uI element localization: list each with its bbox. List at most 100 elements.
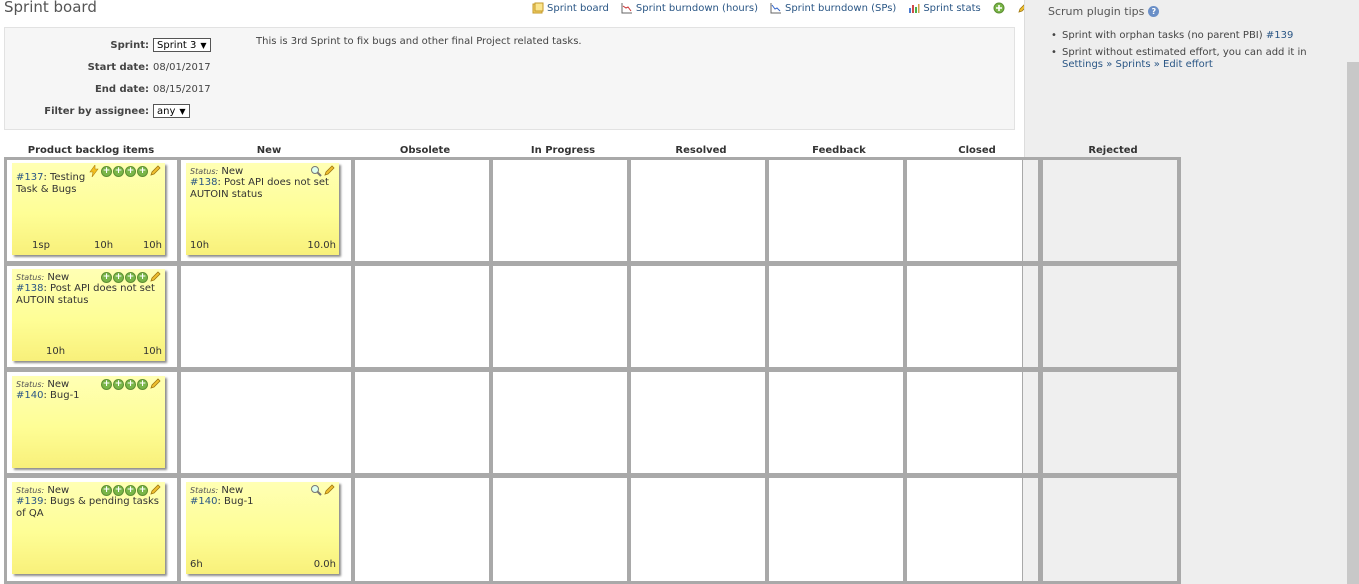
board-cell <box>355 160 489 261</box>
add-task-icon[interactable]: + <box>125 165 136 177</box>
add-task-icon[interactable]: + <box>137 378 148 390</box>
add-sprint-icon[interactable] <box>993 2 1005 14</box>
add-task-icon[interactable]: + <box>101 484 112 496</box>
add-task-icon[interactable]: + <box>113 484 124 496</box>
card-status-label: Status: <box>190 167 219 176</box>
board-cell <box>769 478 903 581</box>
card-title: #140: Bug-1 <box>16 390 161 402</box>
assignee-select[interactable]: any ▼ <box>153 104 190 118</box>
sprint-label: Sprint: <box>110 39 149 51</box>
card-title-text: : Bug-1 <box>217 496 254 507</box>
zoom-icon[interactable] <box>310 484 322 496</box>
card-id-link[interactable]: #140 <box>190 496 217 507</box>
tip-text: Sprint with orphan tasks (no parent PBI) <box>1062 30 1263 41</box>
tip-text: Sprint without estimated effort, you can… <box>1062 47 1307 58</box>
sprint-stats-link[interactable]: Sprint stats <box>908 2 981 14</box>
sprint-select-value: Sprint 3 <box>157 39 197 51</box>
sprint-info-panel: Sprint: Sprint 3 ▼ Start date: 08/01/201… <box>4 27 1015 130</box>
board-cell <box>631 266 765 367</box>
tip-item: Sprint without estimated effort, you can… <box>1048 47 1348 71</box>
add-task-icon[interactable]: + <box>137 271 148 283</box>
lightning-icon[interactable] <box>88 165 100 177</box>
card-title: #138: Post API does not set AUTOIN statu… <box>190 177 335 201</box>
card-id-link[interactable]: #137 <box>16 172 43 183</box>
burndown-hours-link[interactable]: Sprint burndown (hours) <box>621 2 758 14</box>
add-task-icon[interactable]: + <box>113 271 124 283</box>
board-cell <box>355 372 489 473</box>
board-cell <box>907 266 1022 367</box>
add-task-icon[interactable]: + <box>113 378 124 390</box>
sprint-select[interactable]: Sprint 3 ▼ <box>153 38 211 52</box>
add-task-icon[interactable]: + <box>137 165 148 177</box>
pbi-card[interactable]: Status: New #139: Bugs & pending tasks o… <box>12 482 165 574</box>
board-cell <box>493 266 627 367</box>
board-cell <box>907 478 1022 581</box>
edit-pencil-icon[interactable] <box>149 165 161 177</box>
column-header: Closed <box>958 145 996 156</box>
add-task-icon[interactable]: + <box>125 484 136 496</box>
sprint-stats-label: Sprint stats <box>923 2 981 14</box>
sprint-description: This is 3rd Sprint to fix bugs and other… <box>256 36 582 47</box>
board-cell <box>1043 478 1177 581</box>
board-cell <box>493 478 627 581</box>
edit-pencil-icon[interactable] <box>149 378 161 390</box>
edit-pencil-icon[interactable] <box>149 271 161 283</box>
sticky-note-icon <box>532 2 544 14</box>
task-card[interactable]: Status: New #140: Bug-1 6h 0.0h <box>186 482 339 574</box>
remaining-hours: 0.0h <box>313 559 336 570</box>
add-task-icon[interactable]: + <box>101 378 112 390</box>
card-actions: + + + + <box>87 165 161 177</box>
card-id-link[interactable]: #138 <box>190 177 217 188</box>
card-actions: + + + + <box>100 484 161 496</box>
board-cell <box>493 160 627 261</box>
add-task-icon[interactable]: + <box>113 165 124 177</box>
task-card[interactable]: Status: New #138: Post API does not set … <box>186 163 339 255</box>
tip-link[interactable]: #139 <box>1266 30 1293 41</box>
add-task-icon[interactable]: + <box>125 378 136 390</box>
pbi-card[interactable]: Status: New #138: Post API does not set … <box>12 269 165 361</box>
edit-pencil-icon[interactable] <box>323 484 335 496</box>
start-date-value: 08/01/2017 <box>153 61 211 73</box>
add-task-icon[interactable]: + <box>101 271 112 283</box>
zoom-icon[interactable] <box>310 165 322 177</box>
card-actions <box>309 484 335 496</box>
card-actions <box>309 165 335 177</box>
card-status-value: New <box>47 379 70 390</box>
add-task-icon[interactable]: + <box>125 271 136 283</box>
estimated-hours: 10h <box>46 346 66 357</box>
card-status-value: New <box>221 166 244 177</box>
card-status-label: Status: <box>190 486 219 495</box>
column-header: Obsolete <box>399 145 451 156</box>
burndown-sps-link[interactable]: Sprint burndown (SPs) <box>770 2 896 14</box>
tip-link[interactable]: Settings » Sprints » Edit effort <box>1062 59 1213 70</box>
card-status-label: Status: <box>16 380 45 389</box>
board-cell <box>1043 160 1177 261</box>
add-task-icon[interactable]: + <box>101 165 112 177</box>
pbi-card[interactable]: #137: Testing Task & Bugs + + + + 1sp 10… <box>12 163 165 255</box>
tips-list: Sprint with orphan tasks (no parent PBI)… <box>1048 30 1348 76</box>
board-cell <box>355 266 489 367</box>
board-cell <box>631 160 765 261</box>
help-icon[interactable]: ? <box>1148 6 1160 17</box>
card-title-text: : Bug-1 <box>43 390 80 401</box>
board-cell <box>631 372 765 473</box>
card-id-link[interactable]: #138 <box>16 283 43 294</box>
burndown-sps-label: Sprint burndown (SPs) <box>784 2 897 14</box>
card-id-link[interactable]: #140 <box>16 390 43 401</box>
pbi-card[interactable]: Status: New #140: Bug-1 + + + + <box>12 376 165 468</box>
scrollbar[interactable] <box>1347 62 1359 584</box>
card-id-link[interactable]: #139 <box>16 496 43 507</box>
sprint-board-link[interactable]: Sprint board <box>532 2 609 14</box>
estimated-hours: 6h <box>190 559 203 570</box>
board-divider <box>1023 160 1038 261</box>
board-cell <box>769 372 903 473</box>
card-actions: + + + + <box>100 271 161 283</box>
edit-pencil-icon[interactable] <box>323 165 335 177</box>
board-cell <box>493 372 627 473</box>
add-task-icon[interactable]: + <box>137 484 148 496</box>
edit-pencil-icon[interactable] <box>149 484 161 496</box>
card-title: #139: Bugs & pending tasks of QA <box>16 496 161 520</box>
estimated-hours: 10h <box>190 240 210 251</box>
board-divider <box>1023 266 1038 367</box>
sprint-board-label: Sprint board <box>547 2 609 14</box>
